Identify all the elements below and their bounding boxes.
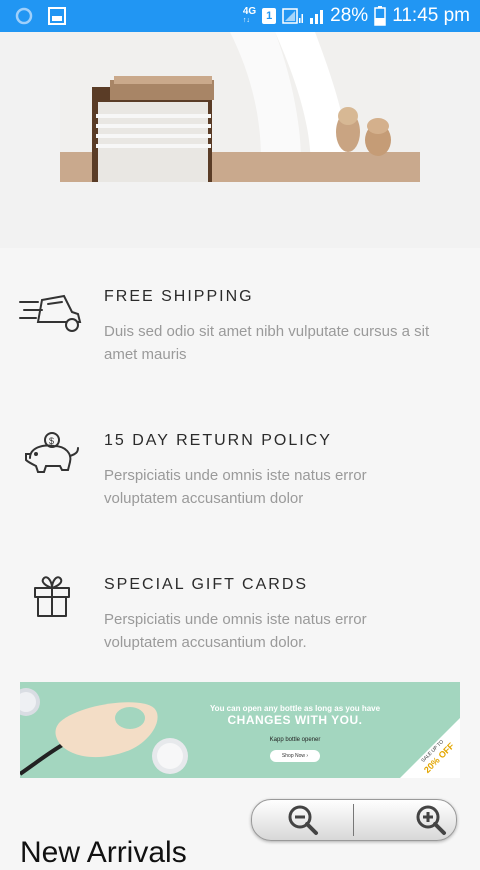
bottle-opener-image xyxy=(20,688,188,776)
signal-bars-icon xyxy=(310,10,324,24)
gift-icon xyxy=(34,576,70,617)
banner-headline: CHANGES WITH YOU. xyxy=(227,713,363,727)
hero-section xyxy=(0,32,480,248)
zoom-divider xyxy=(353,804,354,836)
piggy-bank-icon: $ xyxy=(25,432,79,473)
feature-description: Perspiciatis unde omnis iste natus error… xyxy=(104,467,367,507)
hero-image[interactable] xyxy=(60,32,420,182)
zoom-in-icon xyxy=(416,805,446,835)
feature-title: 15 DAY RETURN POLICY xyxy=(104,432,332,449)
svg-text:$: $ xyxy=(49,436,54,446)
network-type: 4G ↑↓ xyxy=(242,6,257,25)
gallery-icon xyxy=(48,7,66,25)
zoom-out-icon xyxy=(288,805,318,835)
feature-title: FREE SHIPPING xyxy=(104,288,254,305)
banner-tagline: You can open any bottle as long as you h… xyxy=(209,704,381,713)
battery-icon xyxy=(374,6,386,26)
banner-product-name: Kapp bottle opener xyxy=(269,737,321,743)
zoom-in-button[interactable] xyxy=(355,800,456,840)
feature-title: SPECIAL GIFT CARDS xyxy=(104,576,309,593)
promo-banner[interactable]: You can open any bottle as long as you h… xyxy=(20,682,460,778)
status-bar: 4G ↑↓ 1 28% 11:45 pm xyxy=(0,0,480,32)
section-heading: New Arrivals xyxy=(20,836,187,869)
battery-percent: 28% xyxy=(330,5,369,26)
sync-icon xyxy=(15,7,33,25)
zoom-out-button[interactable] xyxy=(252,800,353,840)
delivery-truck-icon xyxy=(19,294,82,332)
zoom-controls xyxy=(251,799,457,841)
signal-icon xyxy=(282,8,304,24)
feature-description: Duis sed odio sit amet nibh vulputate cu… xyxy=(104,323,430,363)
clock: 11:45 pm xyxy=(392,5,470,26)
sim-slot-badge: 1 xyxy=(262,8,277,24)
shop-now-button[interactable]: Shop Now › xyxy=(270,750,320,762)
feature-description: Perspiciatis unde omnis iste natus error… xyxy=(104,611,367,651)
